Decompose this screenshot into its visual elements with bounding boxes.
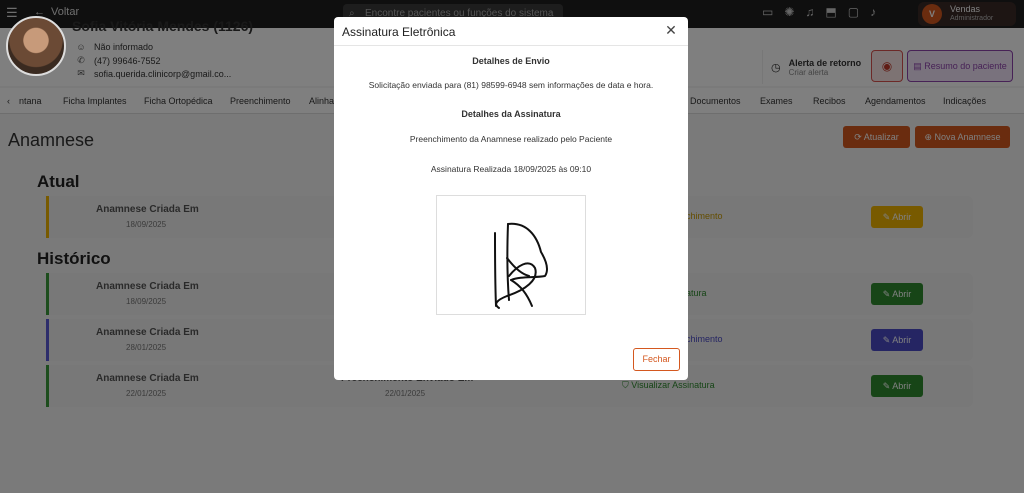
modal-title: Assinatura Eletrônica: [342, 25, 456, 39]
patient-photo: [6, 16, 66, 76]
modal-header: Assinatura Eletrônica ✕: [334, 17, 688, 46]
close-icon[interactable]: ✕: [664, 23, 678, 37]
envio-text: Solicitação enviada para (81) 98599-6948…: [368, 80, 654, 90]
close-button[interactable]: Fechar: [633, 348, 680, 371]
envio-heading: Detalhes de Envio: [472, 56, 550, 66]
assinatura-date: Assinatura Realizada 18/09/2025 às 09:10: [430, 164, 592, 174]
signature-modal: Assinatura Eletrônica ✕ Detalhes de Envi…: [334, 17, 688, 380]
signature-image: [436, 195, 586, 315]
signature-drawing: [494, 222, 549, 309]
assinatura-text: Preenchimento da Anamnese realizado pelo…: [409, 134, 613, 144]
assinatura-heading: Detalhes da Assinatura: [461, 109, 561, 119]
